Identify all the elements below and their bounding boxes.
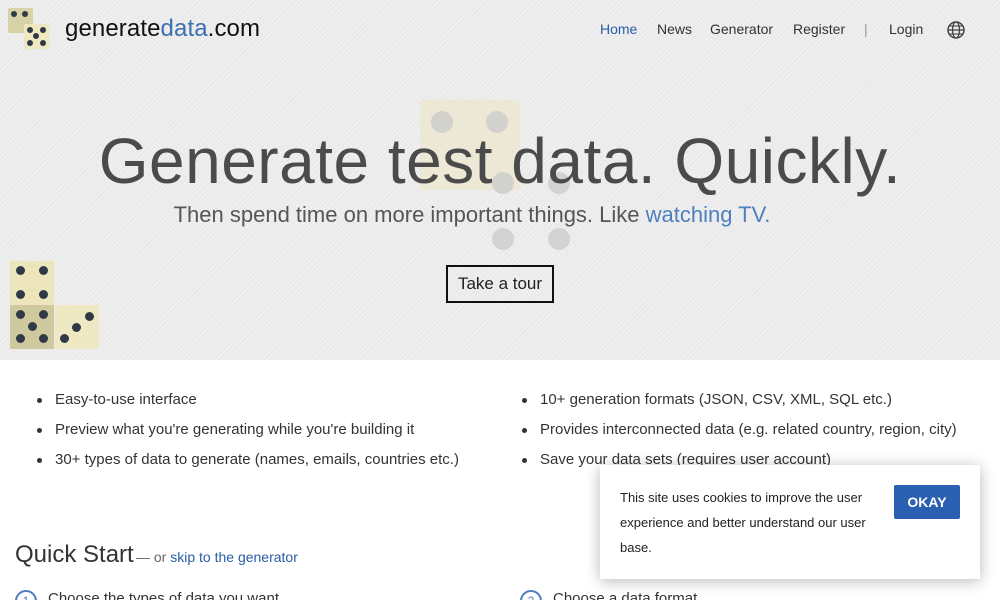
nav-register[interactable]: Register: [793, 21, 845, 37]
watching-tv-link[interactable]: watching TV.: [646, 202, 771, 227]
hero-subtitle: Then spend time on more important things…: [0, 202, 944, 228]
skip-to-generator-link[interactable]: skip to the generator: [170, 549, 298, 565]
nav-news[interactable]: News: [657, 21, 692, 37]
nav-generator[interactable]: Generator: [710, 21, 773, 37]
brand-suffix: .com: [207, 15, 261, 42]
list-item: Easy-to-use interface: [33, 390, 459, 420]
quick-start-title: Quick Start: [15, 541, 134, 568]
nav-login[interactable]: Login: [889, 21, 923, 37]
hero-subtitle-text: Then spend time on more important things…: [173, 202, 646, 227]
okay-button[interactable]: OKAY: [894, 485, 960, 519]
brand-accent: data: [160, 15, 208, 42]
hero-section: generatedata.com Home News Generator Reg…: [0, 0, 1000, 360]
step-text: Choose a data format: [553, 590, 698, 600]
step-number: 1: [15, 590, 37, 600]
take-a-tour-button[interactable]: Take a tour: [446, 265, 554, 303]
dice-logo-icon[interactable]: [8, 8, 52, 52]
globe-icon[interactable]: [946, 20, 966, 40]
cookie-banner: This site uses cookies to improve the us…: [600, 465, 980, 579]
cookie-message: This site uses cookies to improve the us…: [620, 490, 866, 555]
features-list-left: Easy-to-use interface Preview what you'r…: [33, 390, 459, 480]
or-text: — or: [136, 549, 171, 565]
nav-home[interactable]: Home: [600, 21, 637, 37]
brand-prefix: generate: [65, 15, 161, 42]
site-brand[interactable]: generatedata.com: [65, 15, 260, 43]
list-item: Preview what you're generating while you…: [33, 420, 459, 450]
step-number: 2: [520, 590, 542, 600]
list-item: 30+ types of data to generate (names, em…: [33, 450, 459, 480]
list-item: Provides interconnected data (e.g. relat…: [518, 420, 957, 450]
hero-title: Generate test data. Quickly.: [98, 125, 902, 197]
step-text: Choose the types of data you want: [48, 590, 279, 600]
list-item: 10+ generation formats (JSON, CSV, XML, …: [518, 390, 957, 420]
quick-start-subtext: — or skip to the generator: [136, 549, 298, 565]
nav-separator: |: [864, 21, 868, 37]
